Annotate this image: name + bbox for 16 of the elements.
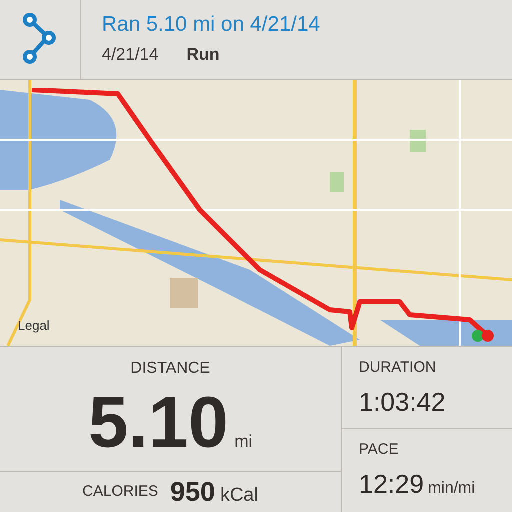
calories-unit: kCal — [220, 484, 258, 508]
activity-date: 4/21/14 — [102, 44, 159, 66]
calories-value: 950 — [170, 476, 216, 508]
pace-value: 12:29 — [359, 468, 424, 501]
distance-value: 5.10 — [88, 386, 229, 458]
share-icon[interactable] — [22, 13, 58, 66]
duration-label: DURATION — [359, 358, 438, 378]
activity-title: Ran 5.10 mi on 4/21/14 — [102, 12, 320, 38]
legal-link[interactable]: Legal — [18, 316, 50, 336]
pace-unit: min/mi — [428, 479, 476, 499]
pace-label: PACE — [359, 440, 400, 460]
calories-label: CALORIES — [82, 482, 158, 502]
distance-unit: mi — [234, 430, 253, 452]
activity-type: Run — [186, 44, 220, 66]
distance-label: DISTANCE — [130, 358, 210, 378]
duration-value: 1:03:42 — [359, 386, 447, 419]
